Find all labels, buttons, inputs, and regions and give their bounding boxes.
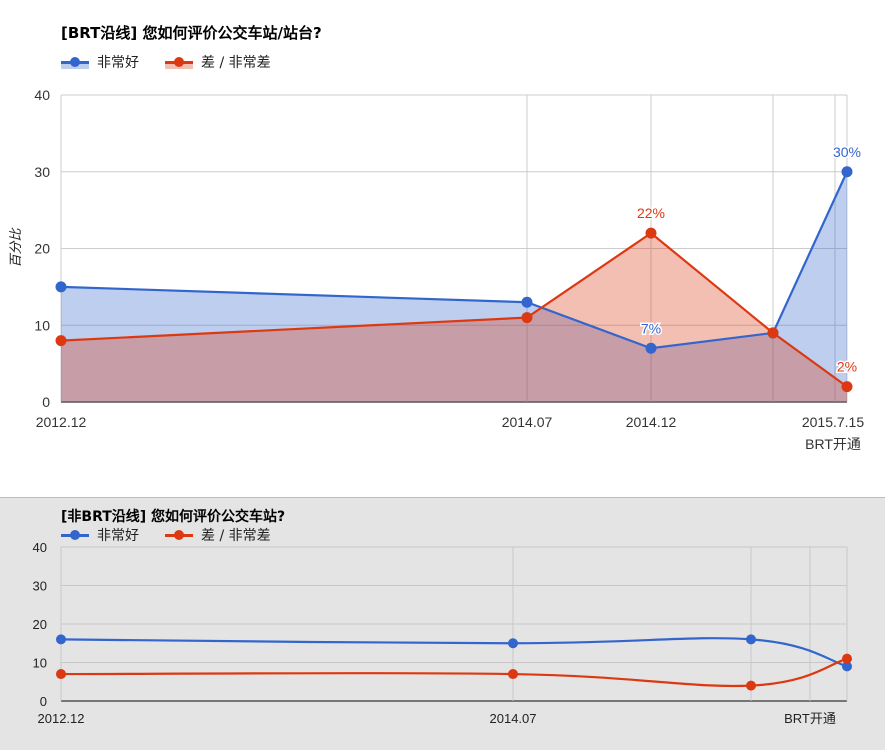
y-tick-label: 20 xyxy=(33,617,47,632)
data-point-bad xyxy=(746,680,756,691)
chart-plot-non-brt: 0 10 20 30 40 2012.12 2014.07 BRT开通 xyxy=(33,540,852,726)
x-tick-label: BRT开通 xyxy=(784,711,836,726)
data-point-good xyxy=(746,634,756,645)
data-point-bad xyxy=(842,653,852,664)
data-point-bad xyxy=(56,669,66,680)
y-tick-label: 40 xyxy=(33,540,47,555)
x-tick-label: 2014.07 xyxy=(490,711,537,726)
data-point-good xyxy=(508,638,518,649)
x-tick-label: 2012.12 xyxy=(38,711,85,726)
y-tick-label: 30 xyxy=(33,579,47,594)
y-tick-label: 10 xyxy=(33,656,47,671)
y-tick-label: 0 xyxy=(40,694,47,709)
data-point-good xyxy=(56,634,66,645)
data-point-bad xyxy=(508,669,518,680)
